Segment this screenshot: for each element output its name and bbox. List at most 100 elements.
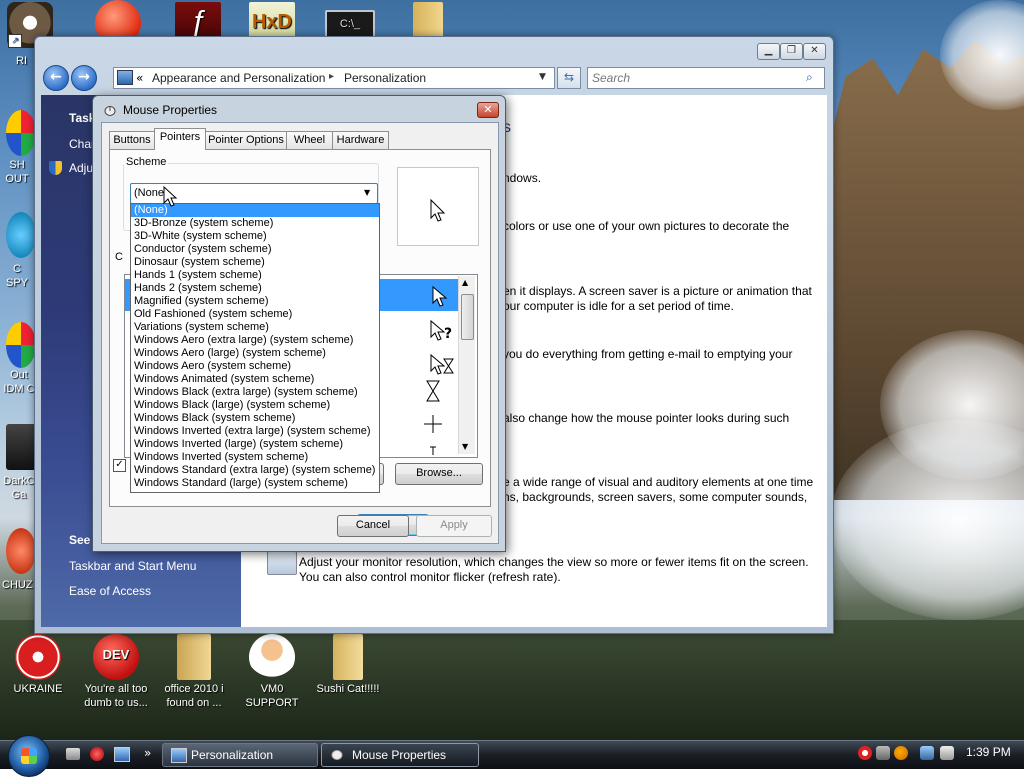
maximize-button[interactable]: ❐	[780, 43, 803, 60]
scheme-option[interactable]: Conductor (system scheme)	[131, 243, 379, 256]
refresh-icon[interactable]: ⇆	[557, 67, 581, 89]
taskbar-start-menu-link[interactable]: Taskbar and Start Menu	[69, 559, 196, 573]
scheme-option[interactable]: Magnified (system scheme)	[131, 295, 379, 308]
normal-select-cursor-icon	[432, 285, 448, 307]
content-text: also change how the mouse pointer looks …	[503, 411, 790, 425]
dialog-close-button[interactable]: ✕	[477, 102, 499, 118]
task-label: Mouse Properties	[352, 748, 447, 762]
taskbar: » Personalization Mouse Properties 1:39 …	[0, 735, 1024, 777]
scrollbar-thumb[interactable]	[461, 294, 474, 340]
task-mouse-properties[interactable]: Mouse Properties	[321, 743, 479, 767]
scheme-dropdown-list[interactable]: (None) 3D-Bronze (system scheme) 3D-White …	[130, 203, 380, 493]
address-bar[interactable]: « Appearance and Personalization ▸ Perso…	[113, 67, 555, 89]
control-panel-icon	[171, 748, 187, 763]
mouse-icon	[103, 104, 117, 116]
desktop-icon-sushi[interactable]: Sushi Cat!!!!!	[312, 634, 384, 696]
scheme-option[interactable]: Windows Standard (extra large) (system s…	[131, 464, 379, 477]
scheme-option[interactable]: Hands 2 (system scheme)	[131, 282, 379, 295]
svg-text:?: ?	[444, 326, 452, 342]
show-desktop-icon[interactable]	[66, 748, 80, 760]
working-in-background-cursor-icon	[430, 353, 454, 375]
scroll-down-icon[interactable]: ▼	[462, 442, 468, 451]
network-icon[interactable]	[920, 746, 934, 760]
idm-icon	[6, 322, 36, 368]
scheme-option[interactable]: Variations (system scheme)	[131, 321, 379, 334]
quicklaunch-app-icon[interactable]	[90, 747, 104, 761]
scheme-option[interactable]: Windows Black (system scheme)	[131, 412, 379, 425]
chevron-down-icon[interactable]: ▼	[364, 188, 370, 197]
enable-shadow-checkbox[interactable]: ✓	[113, 459, 126, 472]
desktop-icon-label: C SPY	[5, 263, 28, 289]
pointer-preview	[397, 167, 479, 246]
security-alert-icon[interactable]	[858, 746, 872, 760]
breadcrumb-item[interactable]: Personalization	[344, 71, 426, 85]
desktop-icon-label: RI	[16, 55, 27, 67]
tray-tool-icon[interactable]	[876, 746, 890, 760]
breadcrumb-chevron-icon[interactable]: ▸	[329, 71, 334, 82]
search-icon[interactable]: ⌕	[806, 70, 813, 85]
tab-pointers[interactable]: Pointers	[154, 128, 206, 150]
content-text: You can also control monitor flicker (re…	[299, 570, 561, 584]
task-personalization[interactable]: Personalization	[162, 743, 318, 767]
quicklaunch-chevron-icon[interactable]: »	[144, 746, 151, 760]
scheme-option[interactable]: Windows Aero (extra large) (system schem…	[131, 334, 379, 347]
spy-icon	[6, 212, 36, 258]
scroll-up-icon[interactable]: ▲	[462, 278, 468, 287]
minimize-button[interactable]: ▁	[757, 43, 780, 60]
desktop-icon-label: You're all too dumb to us...	[84, 683, 148, 709]
scheme-option[interactable]: Windows Black (extra large) (system sche…	[131, 386, 379, 399]
scheme-option[interactable]: Old Fashioned (system scheme)	[131, 308, 379, 321]
switch-windows-icon[interactable]	[114, 747, 130, 762]
tab-buttons[interactable]: Buttons	[109, 131, 155, 149]
mouse-cursor-icon	[163, 186, 178, 207]
start-button[interactable]	[8, 735, 50, 777]
search-tray-icon[interactable]	[894, 746, 908, 760]
scheme-option[interactable]: 3D-White (system scheme)	[131, 230, 379, 243]
desktop-icon-devcpp[interactable]: DEV You're all too dumb to us...	[80, 634, 152, 710]
dialog-title: Mouse Properties	[123, 103, 218, 117]
scheme-option[interactable]: Hands 1 (system scheme)	[131, 269, 379, 282]
scheme-option[interactable]: 3D-Bronze (system scheme)	[131, 217, 379, 230]
volume-icon[interactable]	[940, 746, 954, 760]
help-select-cursor-icon: ?	[430, 319, 452, 342]
display-settings-icon	[267, 551, 297, 575]
close-button[interactable]: ✕	[803, 43, 826, 60]
desktop-icon-label: office 2010 i found on ...	[164, 683, 224, 709]
apply-button[interactable]: Apply	[416, 515, 492, 537]
content-text: ndows.	[503, 171, 542, 185]
see-also-heading: See	[69, 533, 91, 547]
scheme-option[interactable]: Dinosaur (system scheme)	[131, 256, 379, 269]
precision-select-cursor-icon	[424, 415, 442, 433]
back-button[interactable]: ←	[43, 65, 69, 91]
breadcrumb-item[interactable]: Appearance and Personalization	[152, 71, 325, 85]
desktop-icon-ukraine[interactable]: UKRAINE	[2, 634, 74, 696]
customize-label: C	[115, 251, 123, 263]
desktop-icon-office[interactable]: office 2010 i found on ...	[158, 634, 230, 710]
desktop-icon-label: VM0 SUPPORT	[245, 683, 299, 709]
scheme-option[interactable]: Windows Inverted (extra large) (system s…	[131, 425, 379, 438]
task-link[interactable]: Adju	[69, 161, 93, 175]
scheme-option[interactable]: Windows Aero (system scheme)	[131, 360, 379, 373]
folder-icon	[333, 634, 363, 680]
address-dropdown-icon[interactable]: ▼	[539, 72, 546, 82]
forward-button[interactable]: →	[71, 65, 97, 91]
browse-button[interactable]: Browse...	[395, 463, 483, 485]
scheme-option[interactable]: Windows Standard (large) (system scheme)	[131, 477, 379, 490]
cancel-button[interactable]: Cancel	[337, 515, 409, 537]
desktop-icon-vm0[interactable]: VM0 SUPPORT	[236, 634, 308, 710]
clock[interactable]: 1:39 PM	[966, 745, 1011, 759]
tab-wheel[interactable]: Wheel	[286, 131, 333, 149]
scheme-option[interactable]: Windows Inverted (system scheme)	[131, 451, 379, 464]
search-input[interactable]: Search ⌕	[587, 67, 825, 89]
desktop-icon-label: UKRAINE	[13, 683, 63, 695]
ease-of-access-link[interactable]: Ease of Access	[69, 584, 151, 598]
scheme-option[interactable]: Windows Aero (large) (system scheme)	[131, 347, 379, 360]
scheme-option[interactable]: Windows Animated (system scheme)	[131, 373, 379, 386]
tab-hardware[interactable]: Hardware	[332, 131, 389, 149]
scheme-option[interactable]: Windows Black (large) (system scheme)	[131, 399, 379, 412]
folder-icon	[177, 634, 211, 680]
pointer-list-scrollbar[interactable]: ▲ ▼	[458, 276, 475, 454]
scheme-option[interactable]: Windows Inverted (large) (system scheme)	[131, 438, 379, 451]
desktop-icon-label: Sushi Cat!!!!!	[316, 683, 380, 695]
tab-pointer-options[interactable]: Pointer Options	[205, 131, 287, 149]
